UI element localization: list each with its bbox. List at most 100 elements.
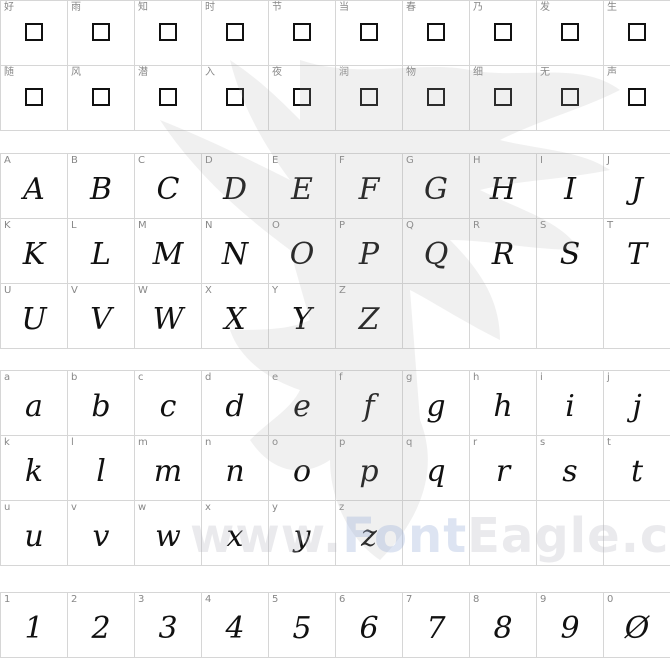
uppercase-glyph: Z [358, 302, 380, 337]
lowercase-glyph: u [24, 519, 44, 554]
uppercase-label: O [272, 220, 280, 231]
uppercase-cell: WW [135, 284, 202, 349]
empty-cell [537, 284, 604, 349]
chinese-label: 无 [540, 67, 550, 78]
lowercase-cell: vv [68, 501, 135, 566]
uppercase-glyph: U [21, 302, 47, 337]
chinese-cell: 细 [470, 66, 537, 131]
lowercase-label: b [71, 372, 78, 383]
uppercase-label: C [138, 155, 145, 166]
uppercase-cell: TT [604, 219, 670, 284]
lowercase-cell: uu [1, 501, 68, 566]
lowercase-glyph: p [359, 454, 379, 489]
chinese-label: 物 [406, 67, 416, 78]
missing-glyph-box-icon [293, 23, 311, 41]
lowercase-cell: rr [470, 436, 537, 501]
uppercase-label: T [607, 220, 614, 231]
chinese-label: 雨 [71, 2, 81, 13]
uppercase-glyph: D [222, 172, 248, 207]
lowercase-glyph: g [426, 389, 446, 424]
lowercase-glyph: j [632, 389, 642, 424]
uppercase-cell: LL [68, 219, 135, 284]
chinese-cell: 当 [336, 1, 403, 66]
lowercase-label: c [138, 372, 144, 383]
uppercase-label: L [71, 220, 77, 231]
chinese-cell: 好 [1, 1, 68, 66]
lowercase-label: i [540, 372, 543, 383]
chinese-label: 节 [272, 2, 282, 13]
chinese-cell: 风 [68, 66, 135, 131]
lowercase-glyph: l [96, 454, 106, 489]
uppercase-glyph: G [424, 172, 448, 207]
digit-cell: 99 [537, 593, 604, 658]
lowercase-label: h [473, 372, 480, 383]
empty-cell [470, 284, 537, 349]
lowercase-cell: cc [135, 371, 202, 436]
lowercase-cell: qq [403, 436, 470, 501]
chinese-cell: 发 [537, 1, 604, 66]
chinese-label: 时 [205, 2, 215, 13]
digit-cell: 55 [269, 593, 336, 658]
missing-glyph-box-icon [561, 23, 579, 41]
uppercase-cell: VV [68, 284, 135, 349]
uppercase-label: M [138, 220, 147, 231]
lowercase-label: m [138, 437, 148, 448]
uppercase-cell: KK [1, 219, 68, 284]
uppercase-cell: CC [135, 154, 202, 219]
lowercase-cell: bb [68, 371, 135, 436]
uppercase-cell: RR [470, 219, 537, 284]
missing-glyph-box-icon [427, 88, 445, 106]
lowercase-label: w [138, 502, 147, 513]
chinese-label: 入 [205, 67, 215, 78]
digit-char-grid: 1122334455667788990Ø [0, 592, 670, 658]
uppercase-glyph: Y [292, 302, 312, 337]
empty-cell [403, 284, 470, 349]
missing-glyph-box-icon [159, 23, 177, 41]
lowercase-label: n [205, 437, 212, 448]
lowercase-cell: aa [1, 371, 68, 436]
chinese-label: 发 [540, 2, 550, 13]
chinese-cell: 夜 [269, 66, 336, 131]
missing-glyph-box-icon [293, 88, 311, 106]
lowercase-label: r [473, 437, 478, 448]
lowercase-glyph: o [292, 454, 312, 489]
lowercase-cell: oo [269, 436, 336, 501]
chinese-label: 风 [71, 67, 81, 78]
lowercase-label: q [406, 437, 413, 448]
digit-label: 9 [540, 594, 547, 605]
uppercase-cell: HH [470, 154, 537, 219]
missing-glyph-box-icon [427, 23, 445, 41]
lowercase-label: f [339, 372, 343, 383]
uppercase-glyph: S [559, 237, 581, 272]
digit-cell: 77 [403, 593, 470, 658]
digit-glyph: 6 [359, 611, 379, 646]
uppercase-cell: DD [202, 154, 269, 219]
uppercase-label: F [339, 155, 345, 166]
uppercase-char-grid: AABBCCDDEEFFGGHHIIJJKKLLMMNNOOPPQQRRSSTT… [0, 153, 670, 349]
uppercase-label: R [473, 220, 480, 231]
uppercase-glyph: K [22, 237, 46, 272]
uppercase-label: E [272, 155, 279, 166]
lowercase-cell: jj [604, 371, 670, 436]
uppercase-label: Q [406, 220, 414, 231]
digit-cell: 66 [336, 593, 403, 658]
lowercase-glyph: m [153, 454, 183, 489]
missing-glyph-box-icon [226, 88, 244, 106]
digit-cell: 22 [68, 593, 135, 658]
uppercase-glyph: C [156, 172, 180, 207]
lowercase-cell: tt [604, 436, 670, 501]
lowercase-glyph: i [565, 389, 575, 424]
lowercase-label: a [4, 372, 11, 383]
lowercase-label: u [4, 502, 11, 513]
lowercase-glyph: c [159, 389, 177, 424]
uppercase-cell: PP [336, 219, 403, 284]
missing-glyph-box-icon [25, 88, 43, 106]
uppercase-label: P [339, 220, 346, 231]
watermark-text: www.FontEagle.com [190, 508, 670, 564]
lowercase-glyph: f [363, 389, 375, 424]
chinese-cell: 入 [202, 66, 269, 131]
digit-glyph: 3 [158, 611, 178, 646]
uppercase-glyph: V [90, 302, 112, 337]
digit-label: 1 [4, 594, 11, 605]
digit-label: 5 [272, 594, 279, 605]
